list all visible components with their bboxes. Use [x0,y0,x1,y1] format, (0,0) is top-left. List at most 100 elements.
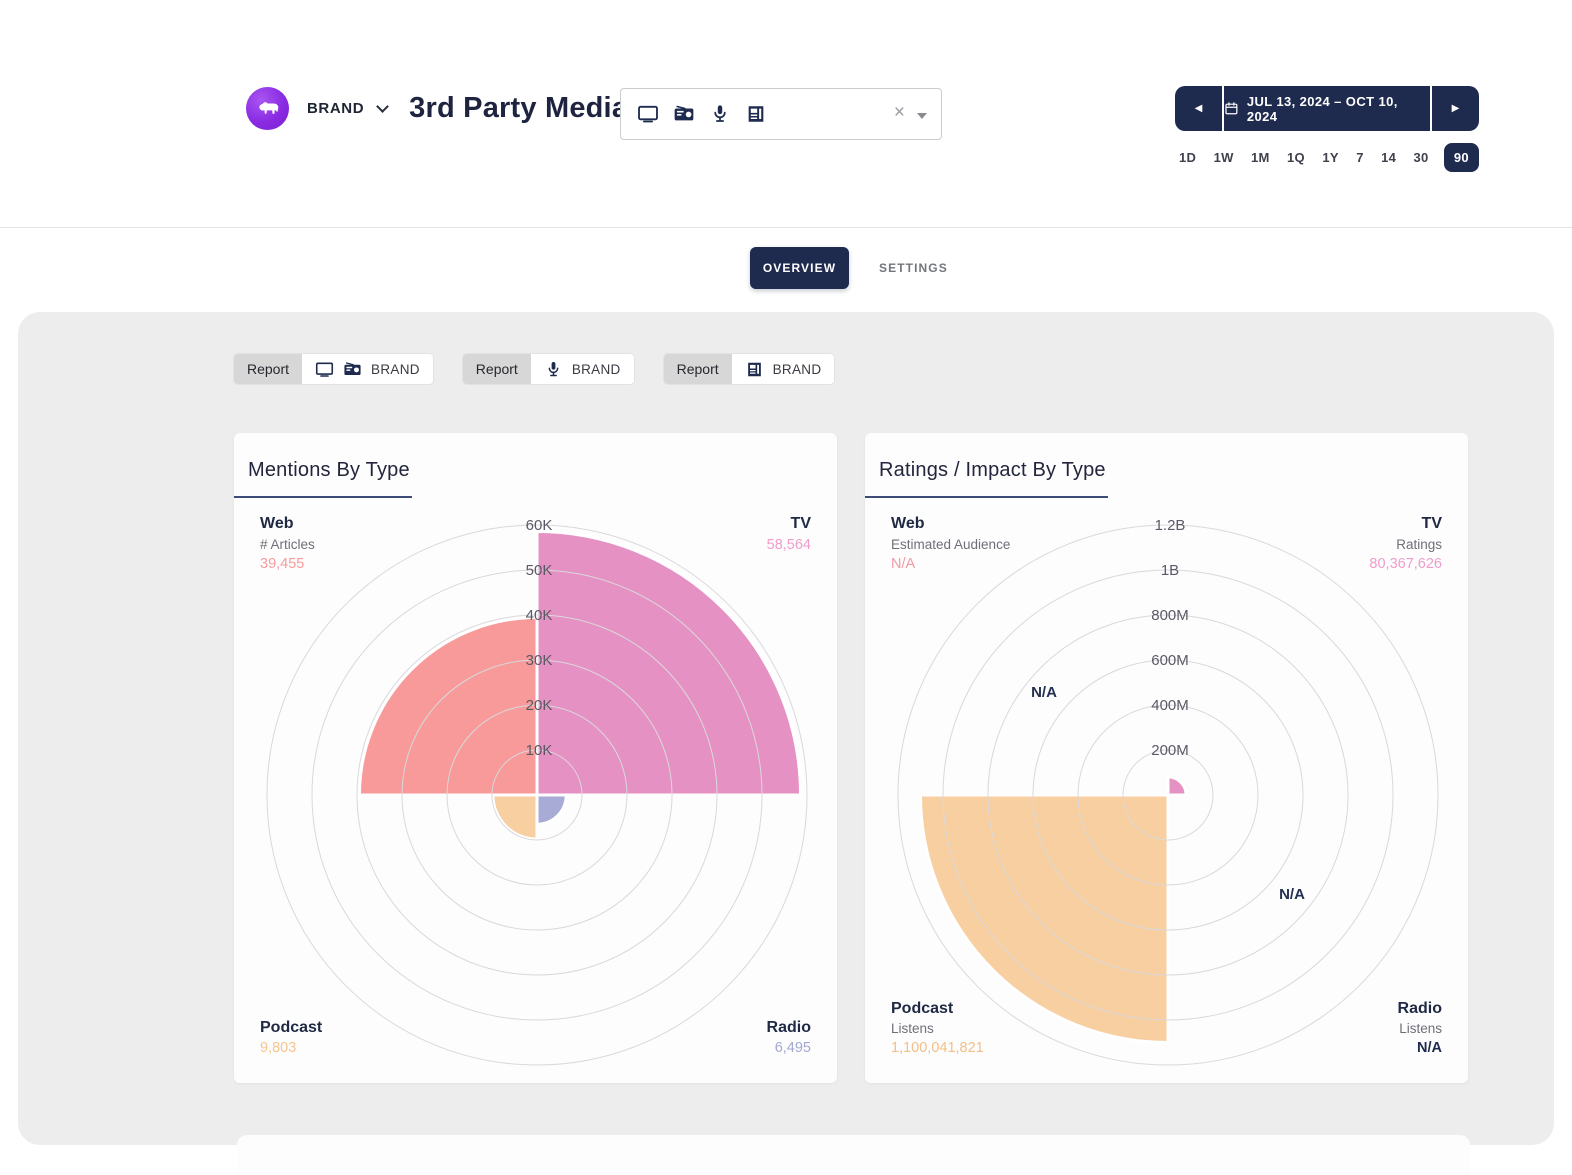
date-range-label: JUL 13, 2024 – OCT 10, 2024 [1247,94,1430,124]
radial-tick-label: 200M [1151,742,1189,759]
chip-brand-label: BRAND [773,362,822,377]
bison-icon [255,96,281,122]
report-chips-row: Report BRAND Report BRAND Report BRAND [234,354,834,384]
tv-icon [315,360,334,379]
quadrant-value: N/A [1398,1039,1442,1059]
charts-row: Mentions By Type 10K20K30K40K50K60K Web … [234,433,1468,1083]
report-chip-body: BRAND [531,354,634,384]
radial-tick-label: 1B [1161,562,1179,579]
chip-brand-label: BRAND [371,362,420,377]
web-wedge[interactable] [359,617,537,795]
radial-tick-label: 800M [1151,607,1189,624]
radio-icon [343,360,362,379]
preset-1w[interactable]: 1W [1212,144,1236,171]
date-next-button[interactable]: ▶ [1432,86,1479,131]
ratings-impact-card: Ratings / Impact By Type 200M400M600M800… [865,433,1468,1083]
quadrant-value: 39,455 [260,555,315,575]
report-chip[interactable]: Report BRAND [664,354,835,384]
quadrant-value: 9,803 [260,1039,322,1059]
report-chip[interactable]: Report BRAND [463,354,634,384]
preset-14[interactable]: 14 [1379,144,1398,171]
radial-tick-label: 50K [526,562,553,579]
web-quadrant-label: Web Estimated Audience N/A [891,513,1010,574]
date-range-nav: ◀ JUL 13, 2024 – OCT 10, 2024 ▶ [1175,86,1479,131]
quadrant-name: TV [1369,513,1442,535]
mentions-polar-chart: 10K 20K 30K 40K 50K 60K [234,433,837,1083]
preset-1q[interactable]: 1Q [1285,144,1307,171]
web-na-label: N/A [1031,684,1057,701]
radial-tick-label: 30K [526,652,553,669]
podcast-quadrant-label: Podcast Listens 1,100,041,821 [891,998,984,1059]
page-title: 3rd Party Media [409,92,628,125]
quadrant-name: Web [891,513,1010,535]
tv-wedge[interactable] [1168,777,1186,795]
tab-settings[interactable]: SETTINGS [879,261,948,275]
media-dashboard-page: { "header": { "brand_label": "BRAND", "t… [0,0,1572,1169]
tv-quadrant-label: TV 58,564 [767,513,811,555]
radio-na-label: N/A [1279,886,1305,903]
tv-quadrant-label: TV Ratings 80,367,626 [1369,513,1442,574]
tab-bar: OVERVIEW SETTINGS [750,247,948,289]
report-chip-body: BRAND [732,354,835,384]
calendar-icon [1224,101,1239,116]
report-chip-body: BRAND [302,354,433,384]
radial-tick-label: 10K [526,742,553,759]
podcast-quadrant-label: Podcast 9,803 [260,1017,322,1059]
app-header: BRAND 3rd Party Media × ◀ JUL 13, 2024 –… [0,0,1572,228]
quadrant-sublabel: Ratings [1369,536,1442,554]
preset-7[interactable]: 7 [1354,144,1366,171]
date-range-button[interactable]: JUL 13, 2024 – OCT 10, 2024 [1224,86,1430,131]
main-content-panel: Report BRAND Report BRAND Report BRAND M… [18,312,1554,1145]
preset-1y[interactable]: 1Y [1320,144,1341,171]
clear-filter-icon[interactable]: × [894,102,905,124]
quadrant-value: 6,495 [767,1039,811,1059]
radio-icon [673,103,695,125]
quadrant-name: Podcast [891,998,984,1020]
radial-tick-label: 40K [526,607,553,624]
date-preset-row: 1D 1W 1M 1Q 1Y 7 14 30 90 [1177,141,1479,173]
radial-tick-label: 400M [1151,697,1189,714]
radio-wedge[interactable] [537,795,566,824]
select-caret-icon[interactable] [917,113,927,119]
quadrant-name: Radio [1398,998,1442,1020]
radio-quadrant-label: Radio 6,495 [767,1017,811,1059]
report-button[interactable]: Report [463,354,531,384]
tab-overview[interactable]: OVERVIEW [750,247,849,289]
tv-icon [637,103,659,125]
radial-tick-label: 600M [1151,652,1189,669]
report-button[interactable]: Report [664,354,732,384]
preset-90[interactable]: 90 [1444,143,1479,172]
web-quadrant-label: Web # Articles 39,455 [260,513,315,574]
quadrant-sublabel: # Articles [260,536,315,554]
mic-icon [709,103,731,125]
quadrant-value: 58,564 [767,536,811,556]
next-section-card [237,1135,1470,1175]
radial-tick-label: 20K [526,697,553,714]
quadrant-sublabel: Listens [1398,1020,1442,1038]
media-type-select[interactable]: × [620,88,942,140]
chevron-left-icon: ◀ [1195,104,1203,114]
quadrant-name: Podcast [260,1017,322,1039]
tv-wedge[interactable] [537,531,801,795]
radial-tick-label: 1.2B [1155,517,1186,534]
report-chip[interactable]: Report BRAND [234,354,433,384]
mic-icon [544,360,563,379]
radio-quadrant-label: Radio Listens N/A [1398,998,1442,1059]
quadrant-value: 1,100,041,821 [891,1039,984,1059]
quadrant-name: Web [260,513,315,535]
quadrant-sublabel: Estimated Audience [891,536,1010,554]
report-button[interactable]: Report [234,354,302,384]
radial-tick-label: 60K [526,517,553,534]
brand-logo[interactable] [246,87,289,130]
date-prev-button[interactable]: ◀ [1175,86,1222,131]
preset-30[interactable]: 30 [1411,144,1430,171]
brand-selector-label[interactable]: BRAND [307,100,364,117]
preset-1d[interactable]: 1D [1177,144,1198,171]
preset-1m[interactable]: 1M [1249,144,1272,171]
podcast-wedge[interactable] [493,795,537,839]
brand-row: BRAND 3rd Party Media [246,87,628,130]
news-icon [745,360,764,379]
chevron-down-icon[interactable] [376,100,389,113]
quadrant-value: 80,367,626 [1369,555,1442,575]
quadrant-sublabel: Listens [891,1020,984,1038]
